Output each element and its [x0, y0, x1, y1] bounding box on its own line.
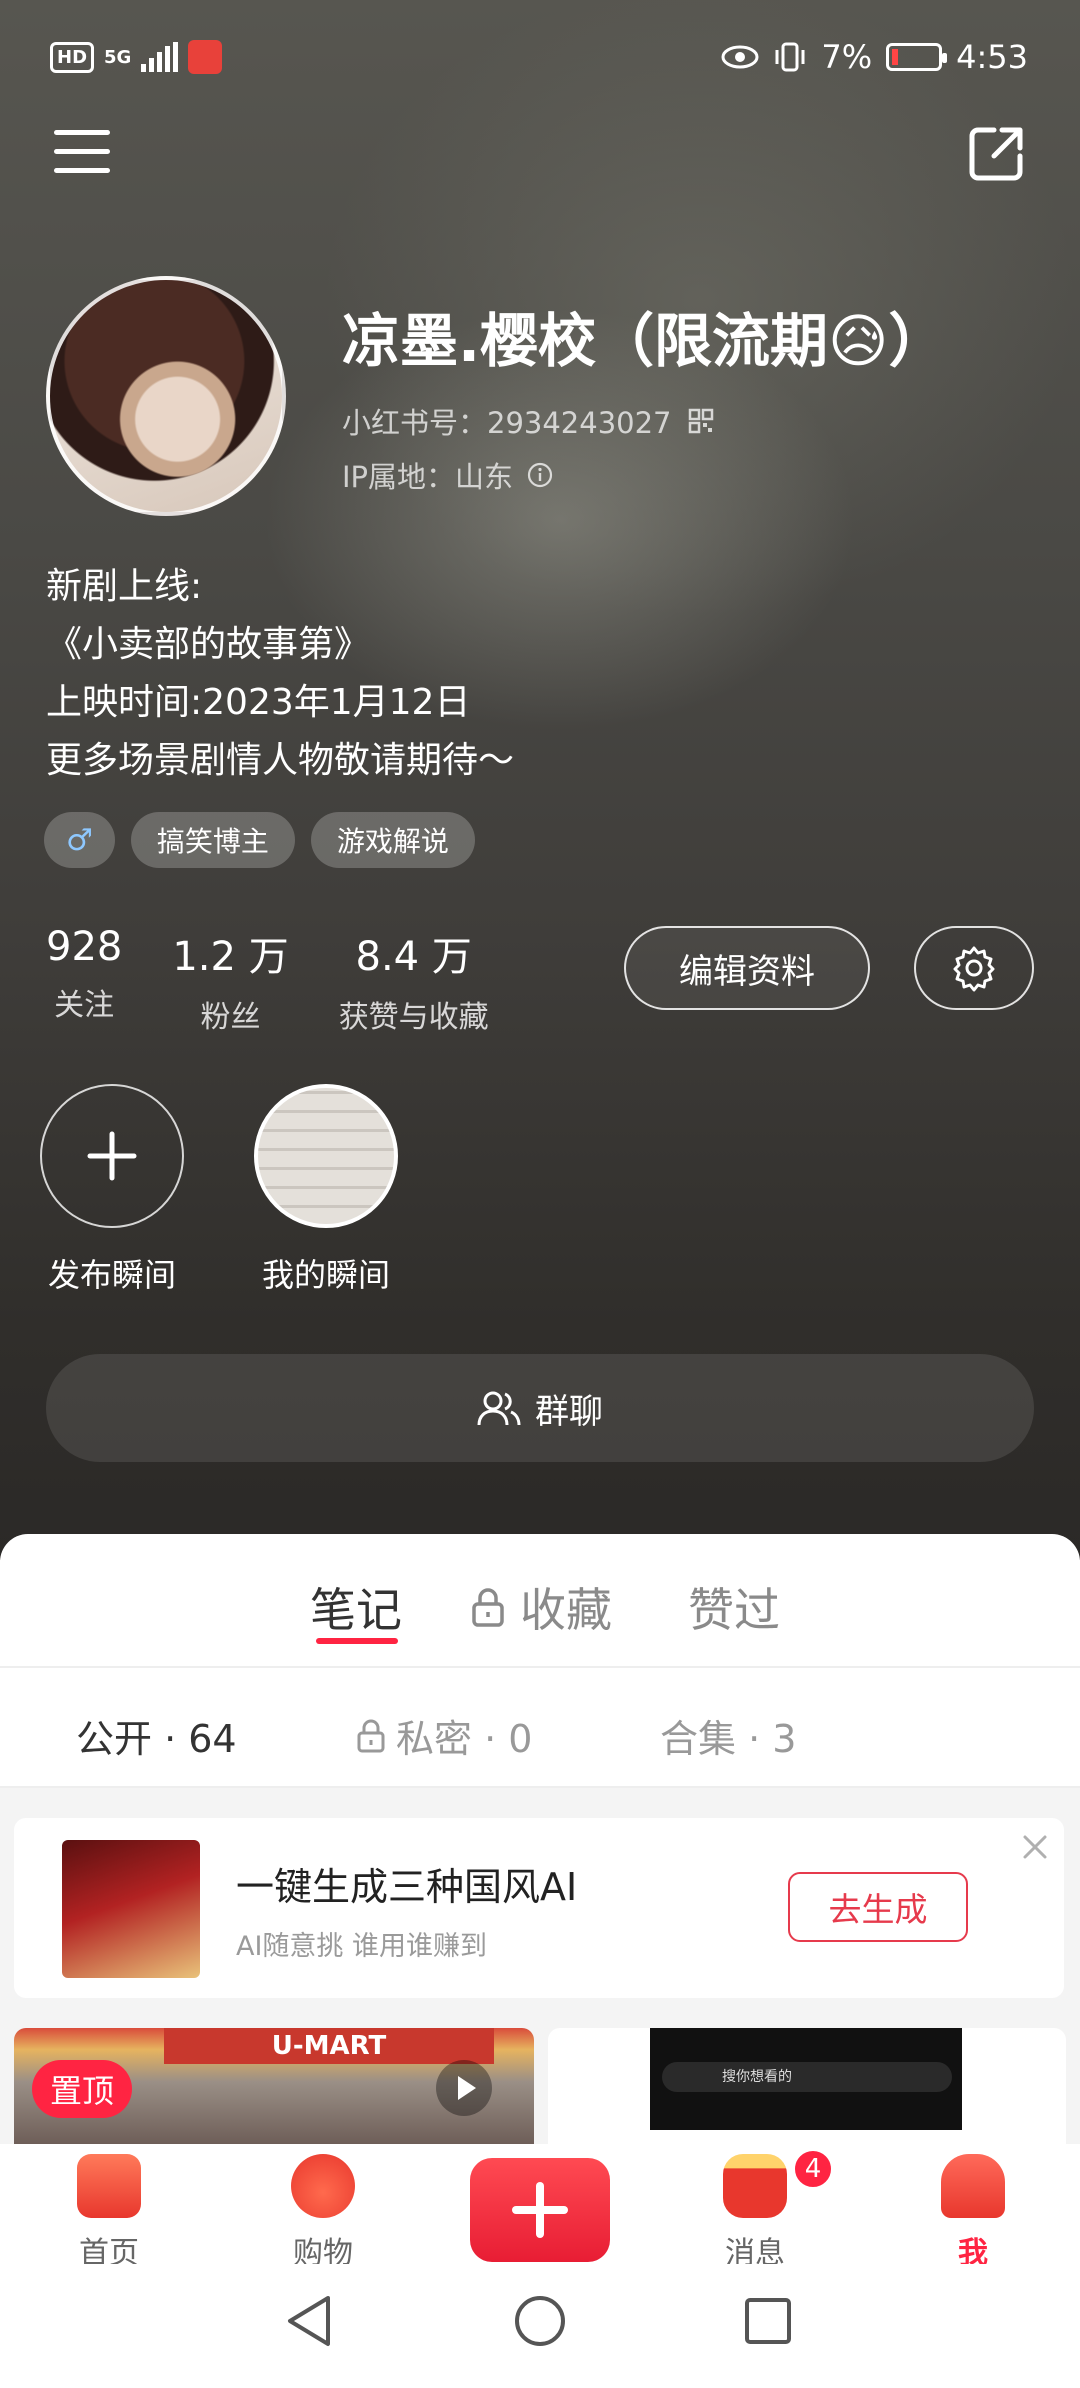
close-icon[interactable] — [1022, 1834, 1048, 1860]
content-tabs: 笔记 收藏 赞过 — [0, 1534, 1080, 1668]
status-left: HD 5G — [50, 40, 223, 74]
status-right: 7% 4:53 — [721, 38, 1028, 76]
nav-shopping[interactable]: 购物 — [258, 2154, 388, 2272]
clock: 4:53 — [956, 38, 1028, 76]
bottom-nav: 首页 购物 消息 4 我 — [0, 2144, 1080, 2271]
share-icon[interactable] — [968, 124, 1026, 182]
subtab-public[interactable]: 公开 · 64 — [76, 1708, 237, 1763]
eye-icon — [721, 45, 759, 69]
avatar[interactable] — [46, 276, 286, 516]
hd-icon: HD — [50, 41, 95, 73]
bio-line: 更多场景剧情人物敬请期待～ — [46, 740, 515, 781]
group-chat-label: 群聊 — [535, 1391, 603, 1432]
tab-active-indicator — [316, 1638, 398, 1644]
tab-label: 笔记 — [310, 1583, 402, 1637]
tag-comedy-blogger[interactable]: 搞笑博主 — [130, 812, 295, 868]
info-icon[interactable] — [527, 462, 553, 488]
subtab-albums[interactable]: 合集 · 3 — [660, 1708, 796, 1763]
bio: 新剧上线: 《小卖部的故事第》 上映时间:2023年1月12日 更多场景剧情人物… — [46, 558, 514, 790]
settings-button[interactable] — [914, 926, 1034, 1010]
gender-tag: ♂ — [44, 812, 115, 868]
stat-value: 928 — [46, 924, 123, 970]
ad-thumbnail[interactable] — [62, 1840, 200, 1978]
home-icon — [77, 2154, 141, 2218]
my-moment[interactable]: 我的瞬间 — [254, 1084, 398, 1296]
ad-title: 一键生成三种国风AI — [236, 1865, 578, 1909]
lock-icon — [472, 1588, 504, 1627]
play-icon — [436, 2060, 492, 2116]
battery-icon — [886, 43, 948, 71]
shopping-bag-icon — [291, 2154, 355, 2218]
red-id-row[interactable]: 小红书号：2934243027 — [342, 400, 714, 442]
ip-location: IP属地：山东 — [342, 460, 514, 494]
tab-label: 收藏 — [520, 1583, 612, 1637]
home-circle-icon[interactable] — [513, 2294, 567, 2348]
publish-moment-circle[interactable] — [40, 1084, 184, 1228]
bio-line: 《小卖部的故事第》 — [46, 624, 371, 665]
tab-collections[interactable]: 收藏 — [470, 1574, 612, 1640]
menu-icon[interactable] — [54, 130, 110, 174]
stat-likes-collections[interactable]: 8.4 万 获赞与收藏 — [339, 924, 489, 1036]
note-card[interactable]: 搜你想看的 — [548, 2028, 1066, 2148]
qr-code-icon[interactable] — [688, 408, 714, 434]
create-post-button[interactable] — [470, 2158, 610, 2262]
my-moment-label: 我的瞬间 — [261, 1256, 390, 1294]
bio-line: 上映时间:2023年1月12日 — [46, 682, 471, 723]
ip-location-row: IP属地：山东 — [342, 454, 553, 496]
subtab-private[interactable]: 私密 · 0 — [356, 1708, 532, 1763]
note-thumbnail: 搜你想看的 — [650, 2028, 962, 2130]
group-icon — [477, 1391, 521, 1426]
nav-home[interactable]: 首页 — [44, 2154, 174, 2272]
subtab-label: 私密 · 0 — [396, 1717, 533, 1761]
stat-label: 关注 — [54, 988, 115, 1023]
stat-label: 获赞与收藏 — [338, 1000, 489, 1035]
my-moment-thumbnail[interactable] — [254, 1084, 398, 1228]
group-chat-button[interactable]: 群聊 — [46, 1354, 1034, 1462]
messages-badge: 4 — [792, 2148, 834, 2190]
lock-icon — [357, 1719, 385, 1752]
stat-label: 粉丝 — [200, 1000, 261, 1035]
publish-moment-label: 发布瞬间 — [47, 1256, 176, 1294]
red-id: 小红书号：2934243027 — [342, 406, 672, 440]
profile-page: HD 5G 7% 4:53 凉墨.樱校（限流期😥） 小红书号：293424302… — [0, 0, 1080, 2388]
tag-game-commentary[interactable]: 游戏解说 — [310, 812, 475, 868]
profile-stats: 928 关注 1.2 万 粉丝 8.4 万 获赞与收藏 — [46, 924, 539, 1036]
drum-icon — [723, 2154, 787, 2218]
stat-following[interactable]: 928 关注 — [46, 924, 122, 1036]
nav-me[interactable]: 我 — [908, 2154, 1038, 2272]
pinned-badge: 置顶 — [32, 2060, 133, 2118]
system-nav-bar — [0, 2264, 1080, 2388]
gear-icon — [953, 946, 995, 992]
ad-subtitle: AI随意挑 谁用谁赚到 — [236, 1931, 488, 1962]
ad-card[interactable]: 一键生成三种国风AI AI随意挑 谁用谁赚到 去生成 — [14, 1818, 1064, 1998]
battery-percent: 7% — [821, 38, 873, 76]
username: 凉墨.樱校（限流期😥） — [342, 307, 947, 375]
status-bar: HD 5G 7% 4:53 — [0, 30, 1080, 90]
vibrate-icon — [775, 42, 805, 72]
hoodie-icon — [941, 2154, 1005, 2218]
profile-header: HD 5G 7% 4:53 凉墨.樱校（限流期😥） 小红书号：293424302… — [0, 0, 1080, 1560]
subtab-label: 合集 · 3 — [660, 1717, 797, 1761]
stat-value: 8.4 万 — [355, 934, 472, 980]
stat-followers[interactable]: 1.2 万 粉丝 — [172, 924, 288, 1036]
bio-line: 新剧上线: — [46, 566, 203, 607]
subtab-label: 公开 · 64 — [76, 1717, 237, 1761]
edit-profile-button[interactable]: 编辑资料 — [624, 926, 870, 1010]
stat-value: 1.2 万 — [172, 934, 289, 980]
plus-icon — [87, 1131, 137, 1181]
note-subtabs: 公开 · 64 私密 · 0 合集 · 3 — [0, 1668, 1080, 1788]
plus-icon — [512, 2182, 568, 2238]
tab-notes[interactable]: 笔记 — [310, 1574, 402, 1640]
profile-tags: ♂ 搞笑博主 游戏解说 — [44, 812, 475, 868]
tab-liked[interactable]: 赞过 — [688, 1574, 780, 1640]
app-notification-icon — [188, 40, 223, 74]
back-icon[interactable] — [284, 2294, 334, 2348]
ad-generate-button[interactable]: 去生成 — [788, 1872, 968, 1942]
thumbnail-search-bar: 搜你想看的 — [662, 2062, 952, 2092]
publish-moment[interactable]: 发布瞬间 — [40, 1084, 184, 1296]
signal-icon — [141, 42, 179, 72]
recents-icon[interactable] — [744, 2297, 792, 2345]
network-type: 5G — [104, 46, 132, 68]
tab-label: 赞过 — [688, 1583, 780, 1637]
